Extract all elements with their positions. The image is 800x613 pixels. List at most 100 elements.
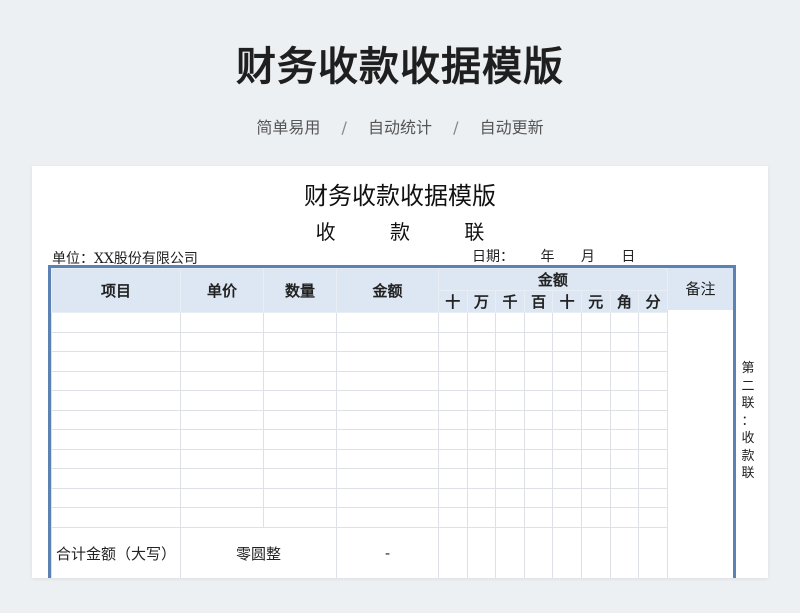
table-cell[interactable] (180, 351, 264, 372)
table-cell[interactable] (523, 448, 554, 469)
table-cell[interactable] (438, 331, 468, 352)
table-cell[interactable] (638, 331, 668, 352)
table-cell[interactable] (336, 468, 439, 489)
table-cell[interactable] (495, 448, 525, 469)
table-cell[interactable] (180, 468, 264, 489)
table-cell[interactable] (336, 507, 439, 528)
total-digit-cell[interactable] (552, 526, 582, 578)
table-cell[interactable] (609, 507, 640, 528)
table-cell[interactable] (51, 448, 181, 469)
table-cell[interactable] (438, 429, 468, 450)
table-cell[interactable] (263, 468, 337, 489)
table-cell[interactable] (336, 487, 439, 508)
table-cell[interactable] (638, 409, 668, 430)
table-cell[interactable] (580, 429, 611, 450)
table-cell[interactable] (552, 331, 582, 352)
table-cell[interactable] (438, 448, 468, 469)
table-cell[interactable] (438, 390, 468, 411)
total-digit-cell[interactable] (466, 526, 497, 578)
table-cell[interactable] (438, 370, 468, 391)
table-cell[interactable] (523, 487, 554, 508)
table-cell[interactable] (180, 390, 264, 411)
table-cell[interactable] (336, 312, 439, 333)
table-cell[interactable] (523, 351, 554, 372)
table-cell[interactable] (263, 409, 337, 430)
table-cell[interactable] (638, 448, 668, 469)
table-cell[interactable] (638, 507, 668, 528)
table-cell[interactable] (51, 312, 181, 333)
table-cell[interactable] (466, 390, 497, 411)
table-cell[interactable] (466, 351, 497, 372)
table-cell[interactable] (263, 351, 337, 372)
table-cell[interactable] (638, 370, 668, 391)
table-cell[interactable] (609, 448, 640, 469)
table-cell[interactable] (466, 468, 497, 489)
table-cell[interactable] (580, 507, 611, 528)
table-cell[interactable] (638, 429, 668, 450)
table-cell[interactable] (263, 429, 337, 450)
table-cell[interactable] (51, 370, 181, 391)
table-cell[interactable] (552, 487, 582, 508)
table-cell[interactable] (51, 390, 181, 411)
table-cell[interactable] (466, 507, 497, 528)
total-digit-cell[interactable] (438, 526, 468, 578)
table-cell[interactable] (180, 331, 264, 352)
total-digit-cell[interactable] (495, 526, 525, 578)
table-cell[interactable] (51, 351, 181, 372)
table-cell[interactable] (609, 409, 640, 430)
table-cell[interactable] (180, 429, 264, 450)
table-cell[interactable] (466, 370, 497, 391)
table-cell[interactable] (180, 507, 264, 528)
table-cell[interactable] (438, 507, 468, 528)
table-cell[interactable] (51, 429, 181, 450)
table-cell[interactable] (336, 448, 439, 469)
table-cell[interactable] (609, 390, 640, 411)
table-cell[interactable] (552, 351, 582, 372)
table-cell[interactable] (638, 468, 668, 489)
table-cell[interactable] (552, 312, 582, 333)
table-cell[interactable] (523, 390, 554, 411)
table-cell[interactable] (638, 351, 668, 372)
table-cell[interactable] (336, 370, 439, 391)
table-cell[interactable] (51, 409, 181, 430)
total-digit-cell[interactable] (609, 526, 640, 578)
table-cell[interactable] (336, 331, 439, 352)
table-cell[interactable] (609, 370, 640, 391)
table-cell[interactable] (263, 448, 337, 469)
table-cell[interactable] (552, 370, 582, 391)
table-cell[interactable] (495, 351, 525, 372)
table-cell[interactable] (51, 331, 181, 352)
table-cell[interactable] (495, 487, 525, 508)
table-cell[interactable] (580, 487, 611, 508)
table-cell[interactable] (580, 331, 611, 352)
total-digit-cell[interactable] (523, 526, 554, 578)
table-cell[interactable] (495, 429, 525, 450)
table-cell[interactable] (609, 429, 640, 450)
table-cell[interactable] (580, 370, 611, 391)
table-cell[interactable] (336, 351, 439, 372)
table-cell[interactable] (609, 331, 640, 352)
table-cell[interactable] (552, 448, 582, 469)
table-cell[interactable] (51, 507, 181, 528)
table-cell[interactable] (466, 312, 497, 333)
table-cell[interactable] (466, 409, 497, 430)
table-cell[interactable] (609, 351, 640, 372)
table-cell[interactable] (263, 331, 337, 352)
table-cell[interactable] (438, 312, 468, 333)
total-digit-cell[interactable] (638, 526, 668, 578)
table-cell[interactable] (523, 409, 554, 430)
table-cell[interactable] (466, 448, 497, 469)
table-cell[interactable] (580, 448, 611, 469)
table-cell[interactable] (263, 312, 337, 333)
table-cell[interactable] (580, 390, 611, 411)
table-cell[interactable] (523, 331, 554, 352)
table-cell[interactable] (438, 487, 468, 508)
table-cell[interactable] (523, 312, 554, 333)
table-cell[interactable] (523, 468, 554, 489)
table-cell[interactable] (466, 429, 497, 450)
total-digit-cell[interactable] (580, 526, 611, 578)
table-cell[interactable] (638, 487, 668, 508)
table-cell[interactable] (580, 409, 611, 430)
table-cell[interactable] (523, 507, 554, 528)
table-cell[interactable] (263, 370, 337, 391)
